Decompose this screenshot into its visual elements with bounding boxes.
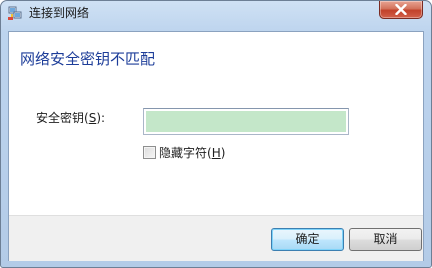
- dialog-window: 连接到网络 网络安全密钥不匹配 安全密钥(S): 隐藏字符(H) 确定 取消: [0, 0, 432, 268]
- dialog-body: 网络安全密钥不匹配 安全密钥(S): 隐藏字符(H) 确定 取消: [8, 31, 424, 261]
- cancel-button[interactable]: 取消: [349, 228, 422, 251]
- security-key-field[interactable]: [143, 108, 349, 135]
- page-title: 网络安全密钥不匹配: [20, 50, 156, 68]
- security-key-label: 安全密钥(S):: [36, 110, 105, 126]
- window-title: 连接到网络: [29, 6, 90, 20]
- network-icon: [7, 5, 23, 21]
- ok-button[interactable]: 确定: [271, 228, 344, 251]
- button-bar: 确定 取消: [9, 215, 423, 261]
- title-bar[interactable]: 连接到网络: [1, 1, 431, 25]
- close-icon: [395, 4, 407, 15]
- hide-chars-label-suffix: ): [220, 146, 226, 160]
- hide-chars-checkbox[interactable]: [143, 146, 156, 159]
- security-key-label-text: 安全密钥(: [36, 111, 89, 125]
- close-button[interactable]: [379, 1, 423, 19]
- hide-chars-label[interactable]: 隐藏字符(H): [159, 144, 225, 162]
- hide-chars-accelerator: H: [211, 146, 221, 160]
- security-key-label-suffix: ):: [96, 111, 106, 125]
- security-key-value: [146, 111, 346, 132]
- hide-chars-label-text: 隐藏字符(: [159, 146, 212, 160]
